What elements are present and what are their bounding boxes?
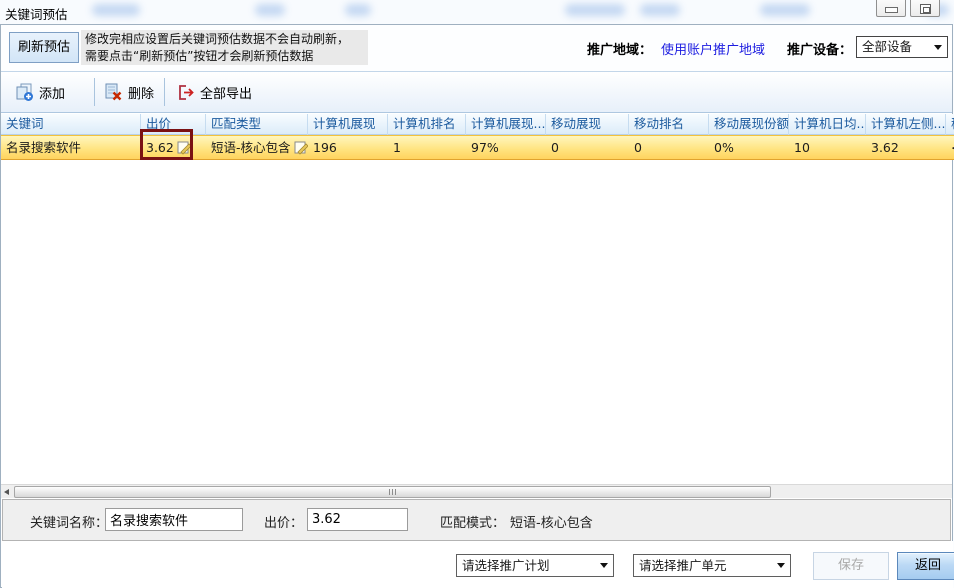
keyword-name-input[interactable]	[105, 508, 243, 531]
delete-icon	[104, 83, 123, 101]
column-header-pc-impressions[interactable]: 计算机展现	[308, 114, 388, 135]
refresh-note: 修改完相应设置后关键词预估数据不会自动刷新， 需要点击“刷新预估”按钮才会刷新预…	[81, 30, 368, 65]
restore-icon	[920, 4, 931, 14]
cell-match-type: 短语-核心包含	[206, 136, 308, 159]
column-header-mobile-share[interactable]: 移动展现份额	[709, 114, 789, 135]
table-header: 关键词 出价 匹配类型 计算机展现 计算机排名 计算机展现... 移动展现 移动…	[1, 114, 954, 135]
add-icon	[15, 83, 34, 101]
horizontal-scrollbar[interactable]	[1, 484, 952, 498]
background-artifact	[255, 4, 285, 16]
add-button[interactable]: 添加	[9, 79, 71, 105]
background-artifact	[760, 4, 810, 16]
cell-bid: 3.62	[141, 136, 206, 159]
edit-bid-icon[interactable]	[177, 141, 192, 155]
refresh-estimate-button[interactable]: 刷新预估	[9, 32, 79, 63]
delete-button-label: 删除	[128, 83, 154, 102]
scroll-left-arrow[interactable]	[1, 485, 13, 499]
cell-pc-left: 3.62	[866, 136, 946, 159]
device-label: 推广设备：	[787, 39, 852, 58]
restore-button[interactable]	[910, 0, 940, 17]
save-button[interactable]: 保存	[813, 552, 889, 580]
minimize-icon	[885, 7, 898, 13]
main-panel: 刷新预估 修改完相应设置后关键词预估数据不会自动刷新， 需要点击“刷新预估”按钮…	[0, 24, 953, 588]
device-dropdown-value: 全部设备	[862, 39, 912, 54]
region-label: 推广地域：	[587, 39, 652, 58]
column-header-keyword[interactable]: 关键词	[1, 114, 141, 135]
column-header-pc-daily[interactable]: 计算机日均...	[789, 114, 866, 135]
cell-pc-impressions: 196	[308, 136, 388, 159]
delete-button[interactable]: 删除	[98, 79, 160, 105]
background-artifact	[640, 4, 680, 16]
column-header-pc-left[interactable]: 计算机左侧...	[866, 114, 946, 135]
column-header-partial[interactable]: 移	[946, 114, 954, 135]
device-dropdown[interactable]: 全部设备	[856, 36, 948, 58]
toolbar-divider	[94, 78, 95, 106]
grid-toolbar: 添加 删除 全部导出	[1, 71, 952, 113]
column-header-match-type[interactable]: 匹配类型	[206, 114, 308, 135]
cell-keyword: 名录搜索软件	[1, 136, 141, 159]
scrollbar-thumb[interactable]	[14, 486, 771, 498]
bid-label: 出价：	[264, 512, 303, 531]
back-button[interactable]: 返回	[897, 552, 954, 580]
chevron-down-icon	[934, 45, 942, 50]
column-header-bid[interactable]: 出价	[141, 114, 206, 135]
add-button-label: 添加	[39, 83, 65, 102]
unit-select-dropdown[interactable]: 请选择推广单元	[633, 554, 791, 577]
export-icon	[177, 84, 195, 101]
background-artifact	[92, 4, 140, 16]
refresh-note-line1: 修改完相应设置后关键词预估数据不会自动刷新，	[85, 31, 364, 48]
cell-pc-daily: 10	[789, 136, 866, 159]
cell-mobile-share: 0%	[709, 136, 789, 159]
minimize-button[interactable]	[876, 0, 906, 17]
unit-select-value: 请选择推广单元	[639, 558, 727, 573]
refresh-note-line2: 需要点击“刷新预估”按钮才会刷新预估数据	[85, 48, 364, 65]
bid-input[interactable]	[307, 508, 408, 531]
column-header-pc-share[interactable]: 计算机展现...	[466, 114, 546, 135]
cell-mobile-rank: 0	[629, 136, 709, 159]
column-header-mobile-rank[interactable]: 移动排名	[629, 114, 709, 135]
cell-mobile-impressions: 0	[546, 136, 629, 159]
chevron-down-icon	[777, 563, 785, 568]
edit-match-type-icon[interactable]	[294, 141, 308, 155]
cell-partial: <	[946, 136, 954, 159]
cell-pc-rank: 1	[388, 136, 466, 159]
chevron-down-icon	[600, 563, 608, 568]
keyword-estimate-dialog: 关键词预估 刷新预估 修改完相应设置后关键词预估数据不会自动刷新， 需要点击“刷…	[0, 0, 954, 588]
plan-select-value: 请选择推广计划	[462, 558, 550, 573]
background-artifact	[565, 4, 625, 16]
edit-form: 关键词名称： 出价： 匹配模式： 短语-核心包含	[2, 499, 951, 541]
match-mode-link[interactable]: 短语-核心包含	[510, 512, 593, 531]
background-artifact	[345, 4, 371, 16]
footer-bar: 请选择推广计划 请选择推广单元 保存 返回	[2, 541, 953, 588]
refresh-section: 刷新预估 修改完相应设置后关键词预估数据不会自动刷新， 需要点击“刷新预估”按钮…	[1, 25, 952, 71]
region-link[interactable]: 使用账户推广地域	[661, 39, 765, 58]
cell-pc-share: 97%	[466, 136, 546, 159]
column-header-mobile-impressions[interactable]: 移动展现	[546, 114, 629, 135]
export-all-button-label: 全部导出	[200, 83, 252, 102]
page-title: 关键词预估	[5, 4, 68, 23]
toolbar-divider	[164, 78, 165, 106]
title-bar: 关键词预估	[0, 0, 954, 24]
export-all-button[interactable]: 全部导出	[171, 79, 258, 105]
plan-select-dropdown[interactable]: 请选择推广计划	[456, 554, 614, 577]
table-empty-area	[1, 160, 952, 484]
match-mode-label: 匹配模式：	[440, 512, 505, 531]
scrollbar-grip-icon	[389, 489, 397, 495]
table-row[interactable]: 名录搜索软件 3.62 短语-核心包含 196 1 97% 0 0 0%	[1, 135, 954, 160]
column-header-pc-rank[interactable]: 计算机排名	[388, 114, 466, 135]
keyword-name-label: 关键词名称：	[30, 512, 108, 531]
